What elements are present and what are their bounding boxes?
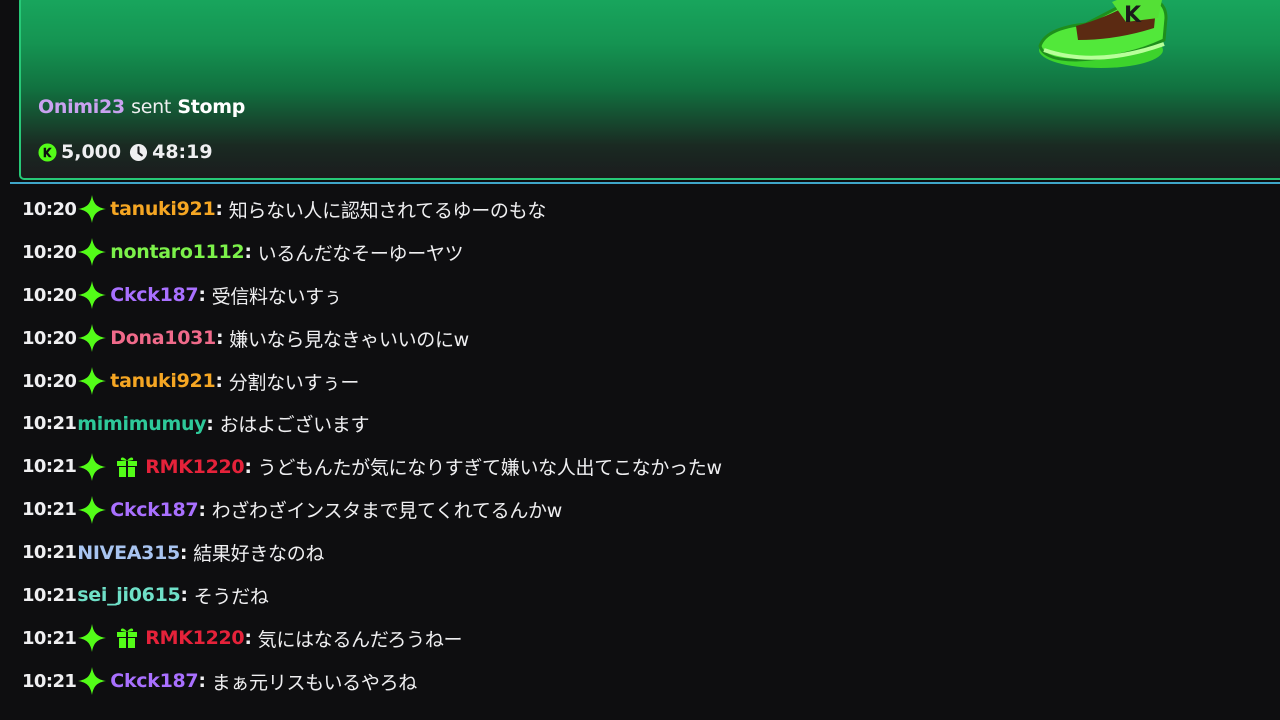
sparkle-badge-icon[interactable] — [77, 323, 107, 353]
username-separator: : — [244, 241, 252, 264]
chat-message[interactable]: 10:21 RMK1220: うどもんたが気になりすぎて嫌いな人出てこなかったw — [22, 445, 1272, 488]
sparkle-badge-icon[interactable] — [77, 495, 107, 525]
clock-icon — [130, 143, 148, 161]
gift-sub-badge-icon[interactable] — [115, 455, 139, 479]
message-timestamp: 10:20 — [22, 284, 77, 306]
chat-message[interactable]: 10:20 tanuki921: 知らない人に認知されてるゆーのもな — [22, 188, 1272, 231]
message-timestamp: 10:21 — [22, 584, 77, 606]
message-timestamp: 10:21 — [22, 456, 77, 478]
chat-message[interactable]: 10:20 nontaro1112: いるんだなそーゆーヤツ — [22, 231, 1272, 274]
username-separator: : — [215, 327, 224, 350]
username-separator: : — [244, 455, 252, 478]
chat-divider — [10, 182, 1280, 184]
shoe-gift-art: K — [1038, 0, 1168, 68]
chat-username[interactable]: tanuki921 — [110, 198, 215, 220]
message-text: 結果好きなのね — [193, 543, 325, 566]
sparkle-badge-icon[interactable] — [77, 623, 107, 653]
chat-message[interactable]: 10:21 Ckck187: わざわざインスタまで見てくれてるんかw — [22, 488, 1272, 531]
sparkle-badge-icon[interactable] — [77, 194, 107, 224]
username-separator: : — [198, 498, 206, 521]
sparkle-badge-icon[interactable] — [77, 366, 107, 396]
chat-message[interactable]: 10:21 NIVEA315: 結果好きなのね — [22, 531, 1272, 574]
message-text: 分割ないすぅー — [228, 371, 360, 394]
chat-message[interactable]: 10:21 Ckck187: まぁ元リスもいるやろね — [22, 660, 1272, 703]
chat-username[interactable]: Ckck187 — [110, 670, 198, 692]
sparkle-badge-icon[interactable] — [77, 237, 107, 267]
chat-username[interactable]: nontaro1112 — [110, 241, 244, 263]
message-text: 気にはなるんだろうねー — [257, 628, 463, 651]
sparkle-badge-icon[interactable] — [77, 666, 107, 696]
message-timestamp: 10:20 — [22, 370, 77, 392]
username-separator: : — [244, 627, 252, 650]
chat-username[interactable]: Ckck187 — [110, 284, 198, 306]
chat-username[interactable]: RMK1220 — [145, 456, 244, 478]
message-text: おはよございます — [219, 414, 370, 437]
chat-message[interactable]: 10:20 Ckck187: 受信料ないすぅ — [22, 274, 1272, 317]
username-separator: : — [206, 412, 214, 435]
gift-time-remaining: 48:19 — [152, 141, 213, 163]
message-text: 受信料ないすぅ — [211, 285, 343, 308]
message-timestamp: 10:21 — [22, 542, 77, 564]
message-timestamp: 10:20 — [22, 198, 77, 220]
message-timestamp: 10:21 — [22, 499, 77, 521]
chat-message[interactable]: 10:21 mimimumuy: おはよございます — [22, 402, 1272, 445]
message-text: わざわざインスタまで見てくれてるんかw — [211, 500, 563, 523]
message-timestamp: 10:21 — [22, 670, 77, 692]
username-separator: : — [198, 670, 206, 693]
gift-alert-card: K Onimi23 sent Stomp 5,000 48:19 — [19, 0, 1280, 180]
message-text: まぁ元リスもいるやろね — [211, 671, 418, 694]
message-text: そうだね — [193, 585, 269, 608]
message-text: 嫌いなら見なきゃいいのにw — [229, 328, 469, 351]
chat-username[interactable]: Dona1031 — [110, 327, 216, 349]
gift-sender-name[interactable]: Onimi23 — [38, 96, 125, 118]
message-text: 知らない人に認知されてるゆーのもな — [228, 199, 547, 222]
sparkle-badge-icon[interactable] — [77, 452, 107, 482]
chat-username[interactable]: RMK1220 — [145, 627, 244, 649]
username-separator: : — [180, 584, 188, 607]
gift-meta: 5,000 48:19 — [38, 141, 213, 163]
username-separator: : — [215, 198, 223, 221]
chat-message-list[interactable]: 10:20 tanuki921: 知らない人に認知されてるゆーのもな 10:20 non… — [22, 188, 1272, 703]
chat-message[interactable]: 10:20 tanuki921: 分割ないすぅー — [22, 360, 1272, 403]
message-text: いるんだなそーゆーヤツ — [257, 242, 464, 265]
gift-verb: sent — [131, 96, 172, 118]
sparkle-badge-icon[interactable] — [77, 280, 107, 310]
gift-message: Onimi23 sent Stomp — [38, 96, 245, 118]
username-separator: : — [198, 284, 206, 307]
message-timestamp: 10:21 — [22, 413, 77, 435]
chat-username[interactable]: sei_ji0615 — [77, 584, 180, 606]
gift-amount: 5,000 — [61, 141, 122, 163]
message-timestamp: 10:20 — [22, 241, 77, 263]
username-separator: : — [215, 370, 223, 392]
svg-text:K: K — [1124, 3, 1142, 28]
gift-item-name: Stomp — [177, 96, 246, 118]
chat-username[interactable]: Ckck187 — [110, 499, 198, 521]
chat-username[interactable]: NIVEA315 — [77, 542, 180, 564]
chat-message[interactable]: 10:20 Dona1031: 嫌いなら見なきゃいいのにw — [22, 317, 1272, 360]
chat-message[interactable]: 10:21 sei_ji0615: そうだね — [22, 574, 1272, 617]
username-separator: : — [179, 541, 188, 564]
chat-username[interactable]: mimimumuy — [77, 413, 206, 435]
chat-username[interactable]: tanuki921 — [110, 370, 215, 392]
message-timestamp: 10:20 — [22, 327, 77, 349]
message-timestamp: 10:21 — [22, 627, 77, 649]
kick-coin-icon — [38, 142, 57, 162]
gift-timer: 48:19 — [129, 141, 213, 163]
message-text: うどもんたが気になりすぎて嫌いな人出てこなかったw — [257, 457, 722, 480]
chat-message[interactable]: 10:21 RMK1220: 気にはなるんだろうねー — [22, 617, 1272, 660]
gift-sub-badge-icon[interactable] — [115, 626, 139, 650]
